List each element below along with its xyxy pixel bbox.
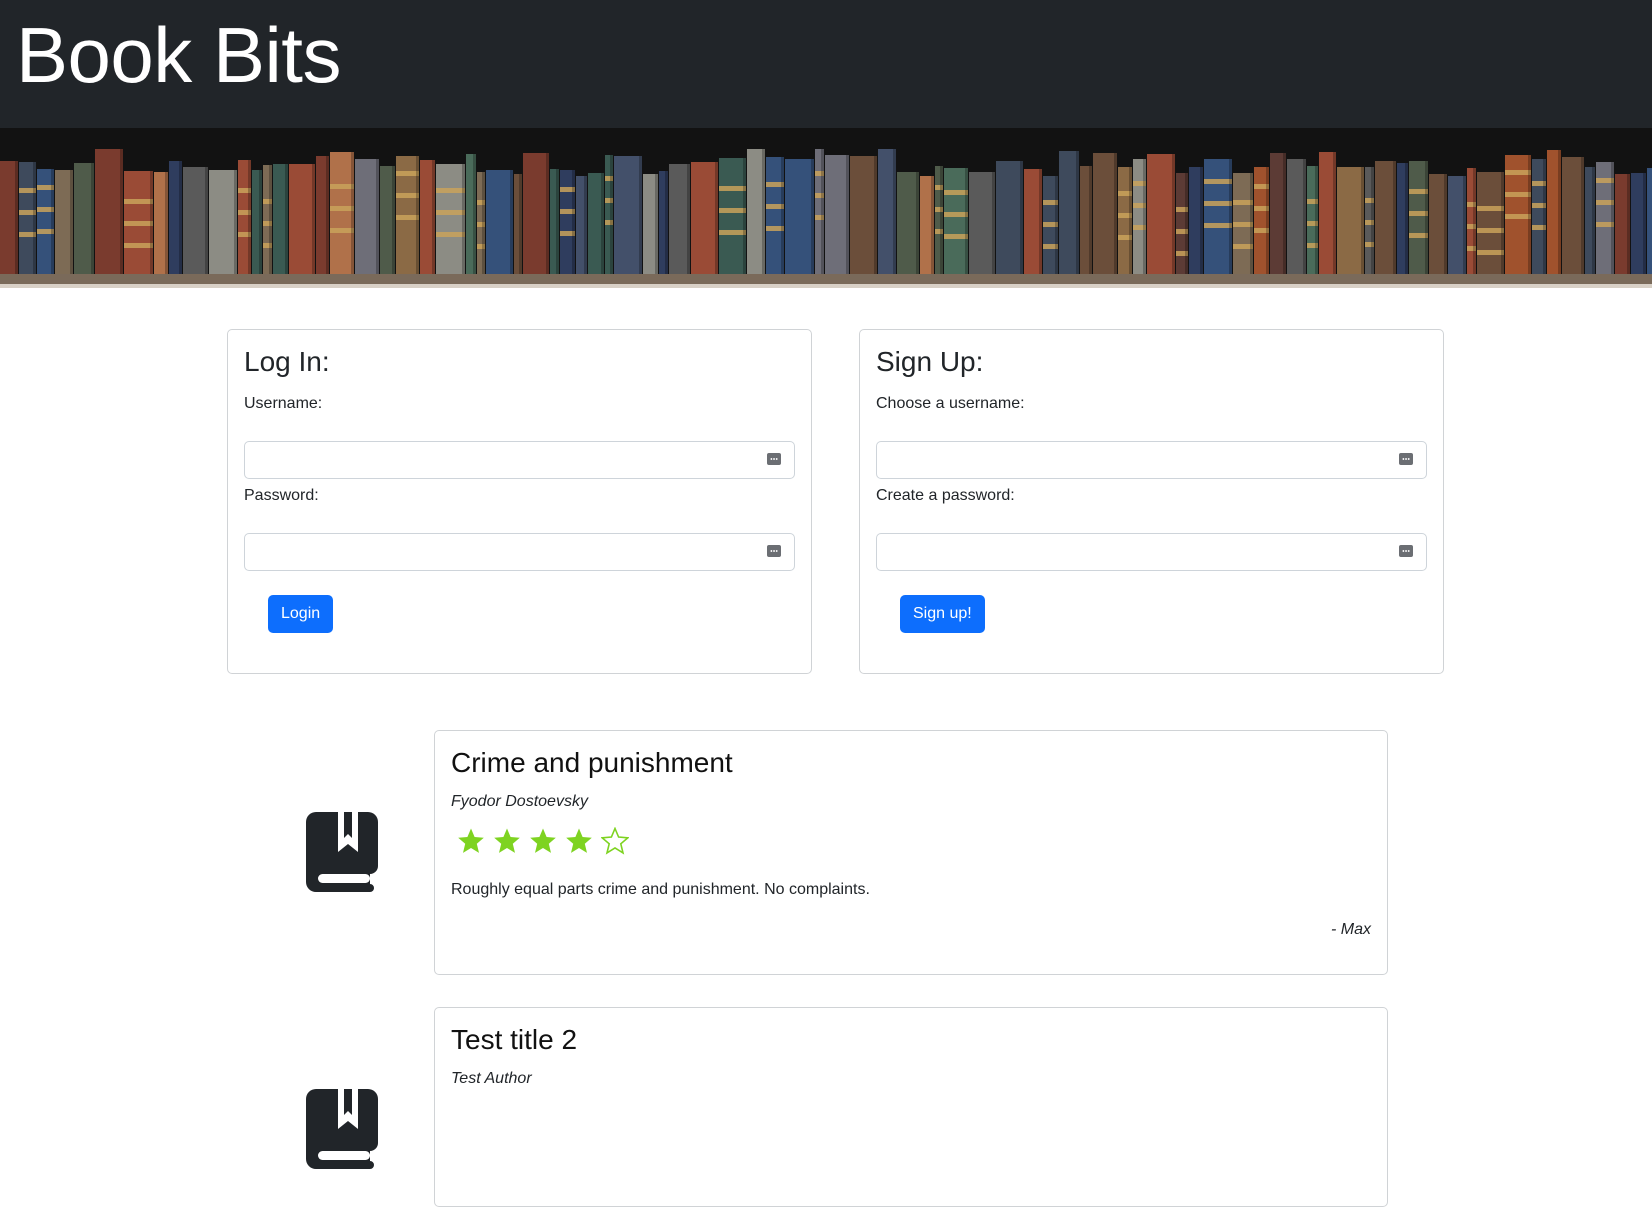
site-title: Book Bits: [16, 11, 341, 99]
password-manager-key-icon[interactable]: [767, 545, 781, 557]
bookshelf-image: [0, 128, 1652, 288]
star-filled-icon: [458, 828, 484, 853]
username-label: Username:: [244, 395, 323, 412]
signup-button[interactable]: Sign up!: [900, 595, 985, 633]
choose-username-label: Choose a username:: [876, 395, 1025, 412]
password-manager-key-icon[interactable]: [1399, 545, 1413, 557]
create-password-label: Create a password:: [876, 487, 1015, 504]
password-field[interactable]: [244, 533, 795, 571]
star-filled-icon: [494, 828, 520, 853]
create-password-field[interactable]: [876, 533, 1427, 571]
login-heading: Log In:: [244, 346, 330, 377]
signup-heading: Sign Up:: [876, 346, 984, 377]
login-button[interactable]: Login: [268, 595, 334, 633]
username-input[interactable]: [245, 442, 794, 478]
review-text: Roughly equal parts crime and punishment…: [451, 881, 870, 898]
review-card: Crime and punishment Fyodor Dostoevsky R…: [434, 730, 1388, 975]
review-card: Test title 2 Test Author: [434, 1007, 1388, 1207]
username-field[interactable]: [244, 441, 795, 479]
site-header: Book Bits: [0, 0, 1652, 128]
review-title: Test title 2: [451, 1024, 578, 1055]
book-bookmark-icon: [306, 812, 378, 892]
signup-card: Sign Up: Choose a username: Create a pas…: [859, 329, 1444, 674]
star-filled-icon: [530, 828, 556, 853]
password-label: Password:: [244, 487, 319, 504]
reviewer-name: - Max: [1331, 921, 1371, 938]
review-title: Crime and punishment: [451, 747, 733, 778]
review-author: Test Author: [451, 1070, 532, 1087]
password-input[interactable]: [245, 534, 794, 570]
password-manager-key-icon[interactable]: [1399, 453, 1413, 465]
choose-username-input[interactable]: [877, 442, 1426, 478]
bookshelf-banner: [0, 128, 1652, 288]
book-bookmark-icon: [306, 1089, 378, 1169]
star-rating: [457, 827, 629, 855]
review-author: Fyodor Dostoevsky: [451, 793, 588, 810]
login-card: Log In: Username: Password: Login: [227, 329, 812, 674]
star-filled-icon: [566, 828, 592, 853]
choose-username-field[interactable]: [876, 441, 1427, 479]
star-outline-icon: [601, 827, 629, 855]
create-password-input[interactable]: [877, 534, 1426, 570]
password-manager-key-icon[interactable]: [767, 453, 781, 465]
